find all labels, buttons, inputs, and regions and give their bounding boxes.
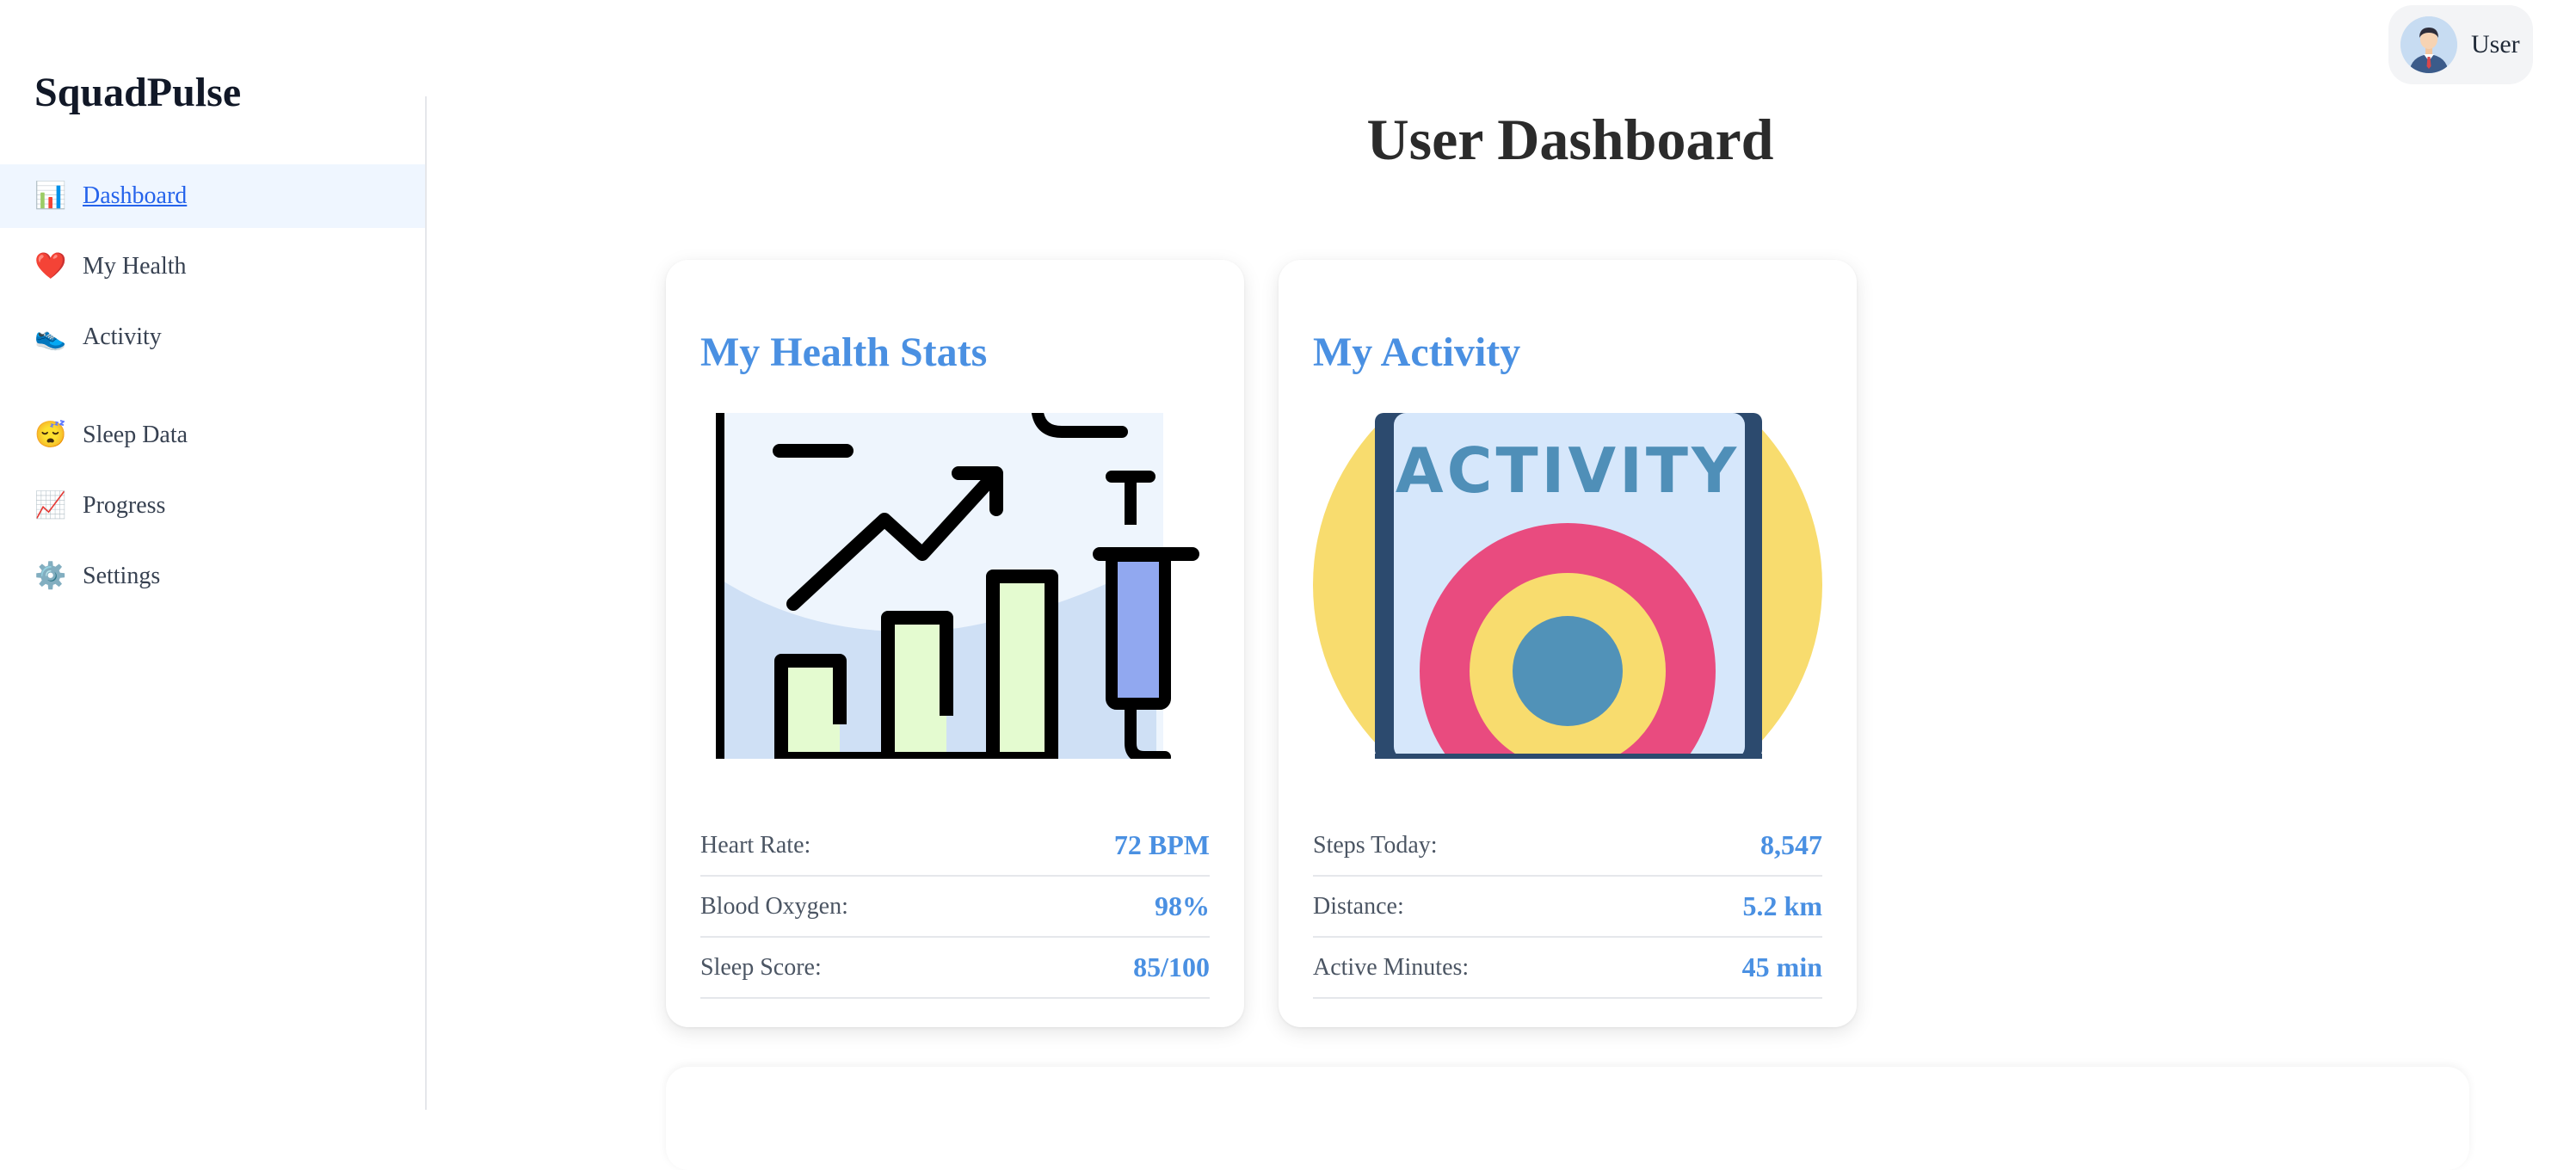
partial-card	[666, 1067, 2469, 1170]
stat-value: 45 min	[1741, 951, 1822, 982]
sleeping-face-icon: 😴	[34, 421, 67, 449]
sidebar-item-label[interactable]: Progress	[83, 492, 165, 520]
stat-value: 5.2 km	[1742, 890, 1822, 921]
gear-icon: ⚙️	[34, 562, 67, 590]
stat-label: Heart Rate:	[700, 831, 811, 859]
stat-row-distance: Distance: 5.2 km	[1313, 877, 1822, 938]
sidebar-item-dashboard[interactable]: 📊 Dashboard	[0, 164, 425, 228]
user-name: User	[2471, 30, 2520, 58]
stat-label: Sleep Score:	[700, 953, 822, 981]
sidebar-item-label[interactable]: Settings	[83, 563, 160, 590]
stat-value: 85/100	[1133, 951, 1210, 982]
card-title: My Activity	[1313, 329, 1521, 375]
health-stats-card: My Health Stats Heart Rate: 72 BPM Blood…	[666, 260, 1244, 1027]
stat-label: Steps Today:	[1313, 831, 1438, 859]
stat-label: Active Minutes:	[1313, 953, 1470, 981]
sidebar: SquadPulse 📊 Dashboard ❤️ My Health 👟 Ac…	[0, 0, 427, 1110]
sidebar-item-label[interactable]: My Health	[83, 253, 187, 280]
sidebar-item-activity[interactable]: 👟 Activity	[0, 305, 425, 369]
user-avatar-icon	[2400, 16, 2457, 73]
activity-image-text: ACTIVITY	[1396, 434, 1740, 507]
activity-target-icon: ACTIVITY	[1313, 413, 1822, 759]
health-chart-syringe-icon	[716, 413, 1199, 759]
trending-up-icon: 📈	[34, 491, 67, 520]
avatar	[2400, 16, 2457, 73]
stat-value: 72 BPM	[1113, 829, 1210, 860]
sidebar-divider	[425, 96, 427, 1110]
activity-card: My Activity ACTIVITY Steps Today: 8,547 …	[1279, 260, 1857, 1027]
sidebar-item-progress[interactable]: 📈 Progress	[0, 474, 425, 538]
brand-logo[interactable]: SquadPulse	[34, 72, 241, 114]
stat-row-sleep-score: Sleep Score: 85/100	[700, 938, 1210, 999]
sidebar-nav: 📊 Dashboard ❤️ My Health 👟 Activity 😴 Sl…	[0, 164, 425, 615]
page-title: User Dashboard	[1366, 107, 1774, 172]
stat-label: Blood Oxygen:	[700, 892, 848, 920]
sidebar-item-label[interactable]: Activity	[83, 323, 162, 351]
stat-row-steps-today: Steps Today: 8,547	[1313, 816, 1822, 877]
sidebar-item-label[interactable]: Sleep Data	[83, 422, 188, 449]
user-menu-button[interactable]: User	[2388, 5, 2533, 84]
stat-value: 8,547	[1760, 829, 1822, 860]
stat-row-heart-rate: Heart Rate: 72 BPM	[700, 816, 1210, 877]
health-stats-list: Heart Rate: 72 BPM Blood Oxygen: 98% Sle…	[700, 816, 1210, 999]
shoe-icon: 👟	[34, 323, 67, 351]
activity-illustration: ACTIVITY	[1313, 413, 1822, 759]
activity-stats-list: Steps Today: 8,547 Distance: 5.2 km Acti…	[1313, 816, 1822, 999]
sidebar-item-label[interactable]: Dashboard	[83, 182, 187, 210]
bar-chart-icon: 📊	[34, 182, 67, 210]
sidebar-item-settings[interactable]: ⚙️ Settings	[0, 545, 425, 608]
stat-value: 98%	[1155, 890, 1210, 921]
sidebar-item-my-health[interactable]: ❤️ My Health	[0, 235, 425, 299]
stat-row-blood-oxygen: Blood Oxygen: 98%	[700, 877, 1210, 938]
stat-row-active-minutes: Active Minutes: 45 min	[1313, 938, 1822, 999]
sidebar-item-sleep-data[interactable]: 😴 Sleep Data	[0, 403, 425, 467]
card-title: My Health Stats	[700, 329, 988, 375]
heart-icon: ❤️	[34, 252, 67, 280]
stat-label: Distance:	[1313, 892, 1404, 920]
health-stats-illustration	[700, 413, 1210, 759]
